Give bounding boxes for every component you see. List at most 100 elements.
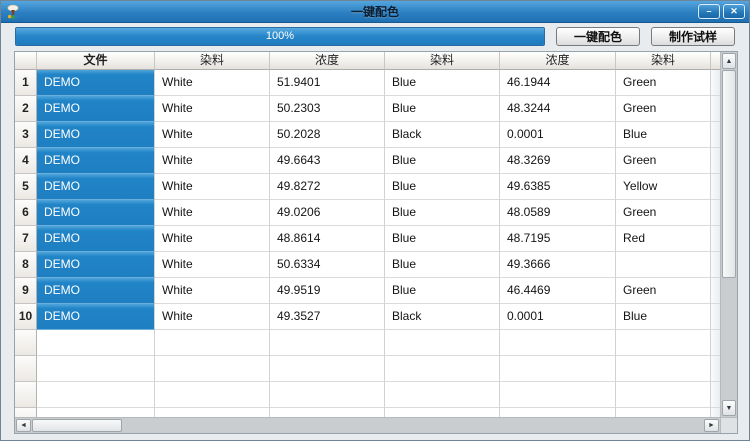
cell-value[interactable]: Black [385, 122, 500, 148]
cell-value[interactable]: 0.0001 [500, 122, 616, 148]
cell-value[interactable]: 50.2303 [270, 96, 385, 122]
cell-value[interactable]: 48.7195 [500, 226, 616, 252]
cell-value[interactable]: 49.6643 [270, 148, 385, 174]
row-number[interactable]: 5 [15, 174, 37, 200]
horizontal-scroll-track[interactable] [122, 418, 703, 433]
empty-table-row[interactable] [15, 330, 720, 356]
scroll-right-button[interactable]: ► [704, 419, 719, 432]
vertical-scroll-track[interactable] [721, 278, 737, 399]
cell-value[interactable]: White [155, 252, 270, 278]
column-header[interactable]: 浓度 [500, 52, 616, 70]
table-row[interactable]: 2DEMOWhite50.2303Blue48.3244Green [15, 96, 720, 122]
cell-value[interactable]: White [155, 278, 270, 304]
cell-empty[interactable] [155, 408, 270, 417]
cell-file[interactable]: DEMO [37, 148, 155, 174]
cell-value[interactable]: White [155, 304, 270, 330]
horizontal-scrollbar[interactable]: ◄ ► [15, 417, 737, 433]
cell-value[interactable]: 0.0001 [500, 304, 616, 330]
row-number[interactable]: 2 [15, 96, 37, 122]
cell-empty[interactable] [500, 408, 616, 417]
empty-table-row[interactable] [15, 356, 720, 382]
cell-value[interactable]: 48.8614 [270, 226, 385, 252]
cell-empty[interactable] [500, 382, 616, 408]
cell-empty[interactable] [270, 382, 385, 408]
header-corner-cell[interactable] [15, 52, 37, 70]
table-row[interactable]: 9DEMOWhite49.9519Blue46.4469Green [15, 278, 720, 304]
cell-value[interactable]: 49.3527 [270, 304, 385, 330]
table-row[interactable]: 10DEMOWhite49.3527Black0.0001Blue [15, 304, 720, 330]
cell-value[interactable]: 49.3666 [500, 252, 616, 278]
table-row[interactable]: 6DEMOWhite49.0206Blue48.0589Green [15, 200, 720, 226]
cell-empty[interactable] [37, 382, 155, 408]
cell-empty[interactable] [385, 408, 500, 417]
table-row[interactable]: 4DEMOWhite49.6643Blue48.3269Green [15, 148, 720, 174]
cell-file[interactable]: DEMO [37, 96, 155, 122]
cell-empty[interactable] [37, 408, 155, 417]
cell-value[interactable]: Yellow [616, 174, 711, 200]
cell-value[interactable]: White [155, 148, 270, 174]
row-number[interactable]: 3 [15, 122, 37, 148]
vertical-scroll-thumb[interactable] [722, 70, 736, 278]
cell-value[interactable]: White [155, 70, 270, 96]
cell-empty[interactable] [500, 330, 616, 356]
table-row[interactable]: 1DEMOWhite51.9401Blue46.1944Green [15, 70, 720, 96]
cell-value[interactable]: Blue [385, 252, 500, 278]
cell-empty[interactable] [155, 382, 270, 408]
cell-value[interactable]: White [155, 174, 270, 200]
cell-empty[interactable] [500, 356, 616, 382]
cell-empty[interactable] [616, 356, 711, 382]
row-number[interactable]: 4 [15, 148, 37, 174]
scroll-up-button[interactable]: ▲ [722, 53, 736, 69]
cell-empty[interactable] [270, 356, 385, 382]
horizontal-scroll-thumb[interactable] [32, 419, 122, 432]
cell-value[interactable]: Blue [616, 122, 711, 148]
cell-value[interactable]: 49.8272 [270, 174, 385, 200]
row-number[interactable]: 6 [15, 200, 37, 226]
cell-file[interactable]: DEMO [37, 70, 155, 96]
cell-value[interactable]: Blue [385, 226, 500, 252]
table-row[interactable]: 8DEMOWhite50.6334Blue49.3666 [15, 252, 720, 278]
cell-value[interactable] [616, 252, 711, 278]
one-click-match-button[interactable]: 一键配色 [556, 27, 640, 46]
empty-table-row[interactable] [15, 408, 720, 417]
cell-value[interactable]: Green [616, 200, 711, 226]
cell-value[interactable]: 48.0589 [500, 200, 616, 226]
row-number[interactable] [15, 356, 37, 382]
cell-value[interactable]: 49.9519 [270, 278, 385, 304]
cell-value[interactable]: 46.4469 [500, 278, 616, 304]
row-number[interactable] [15, 382, 37, 408]
vertical-scrollbar[interactable]: ▲ ▼ [720, 52, 737, 417]
cell-file[interactable]: DEMO [37, 122, 155, 148]
cell-file[interactable]: DEMO [37, 278, 155, 304]
cell-value[interactable]: 46.1944 [500, 70, 616, 96]
cell-value[interactable]: Blue [385, 96, 500, 122]
cell-value[interactable]: 50.2028 [270, 122, 385, 148]
cell-file[interactable]: DEMO [37, 226, 155, 252]
cell-value[interactable]: White [155, 226, 270, 252]
row-number[interactable] [15, 330, 37, 356]
cell-value[interactable]: 48.3269 [500, 148, 616, 174]
cell-value[interactable]: 48.3244 [500, 96, 616, 122]
table-row[interactable]: 5DEMOWhite49.8272Blue49.6385Yellow [15, 174, 720, 200]
cell-value[interactable]: Blue [385, 148, 500, 174]
empty-table-row[interactable] [15, 382, 720, 408]
cell-empty[interactable] [270, 330, 385, 356]
row-number[interactable]: 7 [15, 226, 37, 252]
cell-value[interactable]: Blue [385, 278, 500, 304]
cell-value[interactable]: White [155, 96, 270, 122]
cell-value[interactable]: 50.6334 [270, 252, 385, 278]
cell-value[interactable]: Green [616, 148, 711, 174]
cell-value[interactable]: Blue [385, 70, 500, 96]
cell-empty[interactable] [385, 330, 500, 356]
cell-value[interactable]: 49.6385 [500, 174, 616, 200]
cell-value[interactable]: Blue [616, 304, 711, 330]
cell-value[interactable]: Red [616, 226, 711, 252]
cell-file[interactable]: DEMO [37, 200, 155, 226]
cell-value[interactable]: White [155, 122, 270, 148]
cell-value[interactable]: 49.0206 [270, 200, 385, 226]
cell-empty[interactable] [155, 330, 270, 356]
cell-empty[interactable] [37, 356, 155, 382]
table-row[interactable]: 7DEMOWhite48.8614Blue48.7195Red [15, 226, 720, 252]
column-header[interactable]: 浓度 [270, 52, 385, 70]
table-row[interactable]: 3DEMOWhite50.2028Black0.0001Blue [15, 122, 720, 148]
